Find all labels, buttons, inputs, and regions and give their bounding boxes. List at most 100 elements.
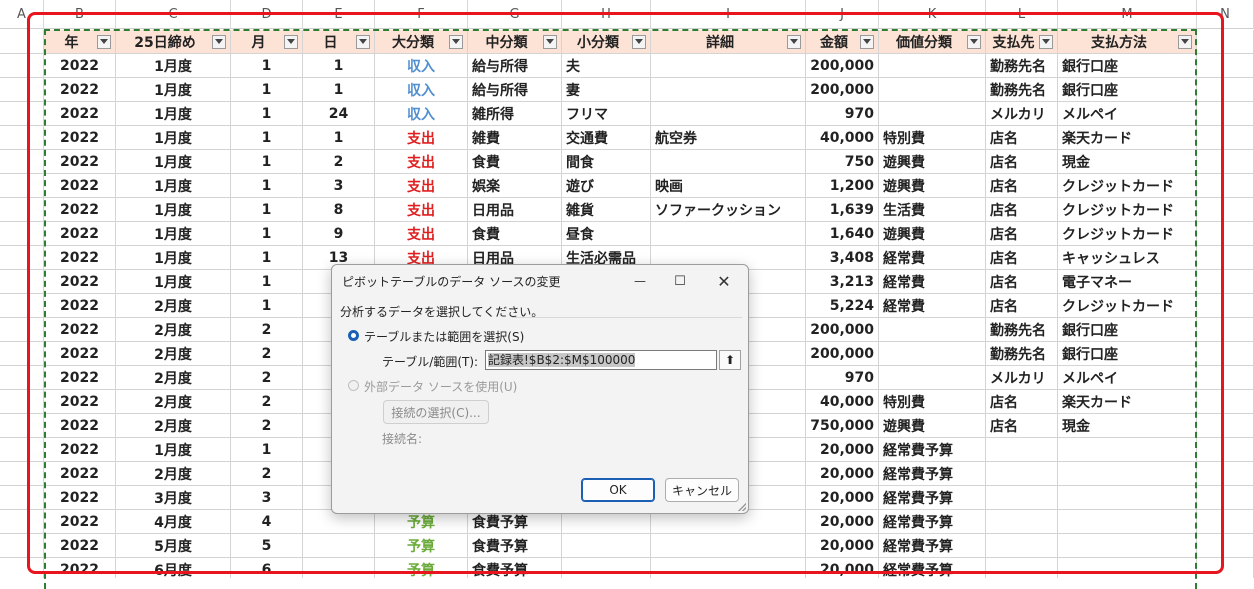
table-cell[interactable]: 20,000	[806, 510, 879, 534]
empty-cell[interactable]	[0, 78, 44, 102]
table-cell[interactable]: 雑貨	[562, 198, 651, 222]
table-cell[interactable]: 2	[231, 414, 303, 438]
table-cell[interactable]	[651, 558, 806, 578]
table-cell[interactable]: 2	[231, 318, 303, 342]
empty-cell[interactable]	[0, 198, 44, 222]
table-cell[interactable]: 2月度	[116, 462, 231, 486]
table-cell[interactable]: 1,200	[806, 174, 879, 198]
table-cell[interactable]: 雑費	[468, 126, 562, 150]
table-cell[interactable]: 2月度	[116, 366, 231, 390]
table-cell[interactable]: 食費	[468, 150, 562, 174]
empty-cell[interactable]	[1197, 102, 1254, 126]
empty-cell[interactable]	[1197, 294, 1254, 318]
table-cell[interactable]: 5	[231, 534, 303, 558]
column-header-c[interactable]: C	[116, 0, 231, 29]
table-cell[interactable]: 夫	[562, 54, 651, 78]
table-header-cell[interactable]: 日	[303, 30, 375, 54]
table-cell[interactable]	[651, 54, 806, 78]
table-cell[interactable]: 1	[231, 54, 303, 78]
empty-cell[interactable]	[0, 342, 44, 366]
table-header-cell[interactable]: 大分類	[375, 30, 468, 54]
table-cell[interactable]: 遊び	[562, 174, 651, 198]
table-cell[interactable]: 支出	[375, 150, 468, 174]
table-cell[interactable]: 航空券	[651, 126, 806, 150]
empty-cell[interactable]	[1197, 126, 1254, 150]
table-cell[interactable]: 経常費予算	[879, 462, 986, 486]
table-cell[interactable]: 店名	[986, 126, 1058, 150]
table-cell[interactable]: 勤務先名	[986, 342, 1058, 366]
table-cell[interactable]: 経常費	[879, 294, 986, 318]
table-cell[interactable]: 2022	[44, 438, 116, 462]
table-cell[interactable]: 200,000	[806, 54, 879, 78]
table-cell[interactable]: 予算	[375, 534, 468, 558]
table-cell[interactable]: 経常費予算	[879, 438, 986, 462]
table-cell[interactable]: 1	[231, 222, 303, 246]
table-cell[interactable]: ソファークッション	[651, 198, 806, 222]
table-cell[interactable]: 1	[231, 126, 303, 150]
table-cell[interactable]	[986, 438, 1058, 462]
table-header-cell[interactable]: 25日締め	[116, 30, 231, 54]
table-cell[interactable]: 2月度	[116, 318, 231, 342]
filter-dropdown-icon[interactable]	[1178, 34, 1192, 49]
table-cell[interactable]: メルカリ	[986, 366, 1058, 390]
column-header-b[interactable]: B	[44, 0, 116, 29]
table-cell[interactable]: 勤務先名	[986, 78, 1058, 102]
table-header-cell[interactable]: 価値分類	[879, 30, 986, 54]
table-cell[interactable]: 6	[231, 558, 303, 578]
table-cell[interactable]: 収入	[375, 78, 468, 102]
table-cell[interactable]: 2	[231, 366, 303, 390]
column-header-g[interactable]: G	[468, 0, 562, 29]
table-cell[interactable]	[651, 102, 806, 126]
table-cell[interactable]: 店名	[986, 246, 1058, 270]
empty-cell[interactable]	[0, 102, 44, 126]
table-cell[interactable]: 支出	[375, 126, 468, 150]
table-cell[interactable]: 2月度	[116, 342, 231, 366]
table-cell[interactable]: 6月度	[116, 558, 231, 578]
table-cell[interactable]: 3,408	[806, 246, 879, 270]
table-cell[interactable]: 銀行口座	[1058, 78, 1197, 102]
table-cell[interactable]: 収入	[375, 54, 468, 78]
filter-dropdown-icon[interactable]	[787, 34, 801, 49]
empty-cell[interactable]	[1197, 486, 1254, 510]
table-cell[interactable]: 970	[806, 366, 879, 390]
table-cell[interactable]: 24	[303, 102, 375, 126]
table-cell[interactable]: 2022	[44, 126, 116, 150]
empty-cell[interactable]	[0, 366, 44, 390]
table-cell[interactable]: 支出	[375, 222, 468, 246]
table-cell[interactable]: クレジットカード	[1058, 198, 1197, 222]
table-cell[interactable]: 1月度	[116, 150, 231, 174]
table-cell[interactable]: 楽天カード	[1058, 390, 1197, 414]
table-cell[interactable]: 40,000	[806, 126, 879, 150]
table-header-cell[interactable]: 中分類	[468, 30, 562, 54]
column-header-k[interactable]: K	[879, 0, 986, 29]
empty-cell[interactable]	[1197, 534, 1254, 558]
table-cell[interactable]: 2022	[44, 390, 116, 414]
table-header-cell[interactable]: 年	[44, 30, 116, 54]
filter-dropdown-icon[interactable]	[967, 34, 981, 49]
table-cell[interactable]: 1	[231, 294, 303, 318]
table-cell[interactable]: 2022	[44, 462, 116, 486]
table-cell[interactable]: 2022	[44, 510, 116, 534]
empty-cell[interactable]	[1197, 222, 1254, 246]
table-cell[interactable]: 楽天カード	[1058, 126, 1197, 150]
empty-cell[interactable]	[1197, 78, 1254, 102]
range-input[interactable]: 記録表!$B$2:$M$100000	[485, 350, 717, 370]
table-cell[interactable]: 20,000	[806, 534, 879, 558]
table-cell[interactable]: 1	[231, 102, 303, 126]
table-cell[interactable]	[303, 558, 375, 578]
table-cell[interactable]: 1月度	[116, 174, 231, 198]
table-cell[interactable]: 1月度	[116, 246, 231, 270]
table-cell[interactable]: 2022	[44, 222, 116, 246]
table-cell[interactable]: 2022	[44, 150, 116, 174]
table-cell[interactable]: クレジットカード	[1058, 174, 1197, 198]
table-cell[interactable]: 2月度	[116, 414, 231, 438]
empty-cell[interactable]	[0, 150, 44, 174]
table-cell[interactable]: 収入	[375, 102, 468, 126]
table-cell[interactable]: 3,213	[806, 270, 879, 294]
table-cell[interactable]: 3	[303, 174, 375, 198]
empty-cell[interactable]	[0, 438, 44, 462]
table-cell[interactable]: 勤務先名	[986, 54, 1058, 78]
cancel-button[interactable]: キャンセル	[665, 478, 739, 502]
table-cell[interactable]: 経常費	[879, 246, 986, 270]
table-cell[interactable]	[651, 78, 806, 102]
